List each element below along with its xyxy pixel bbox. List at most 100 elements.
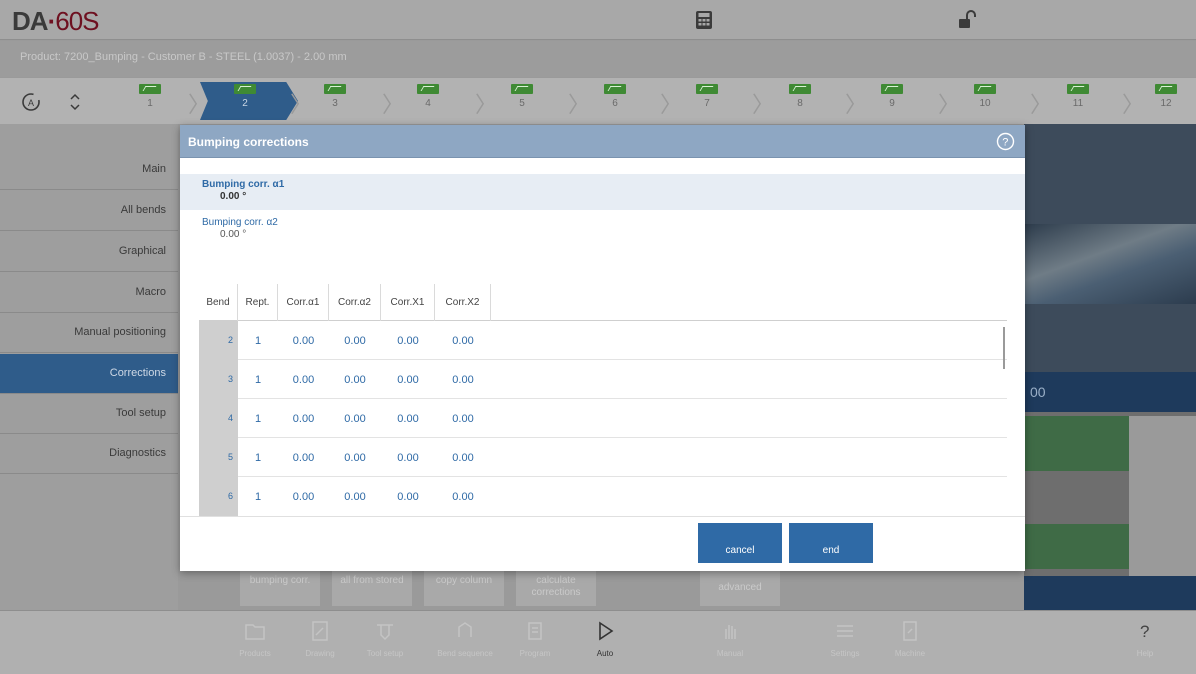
advanced-button[interactable]: advanced	[700, 570, 780, 606]
end-button[interactable]: end	[789, 523, 873, 563]
bend-icon	[696, 84, 718, 94]
cell-corr-x2[interactable]: 0.00	[435, 452, 491, 464]
cell-corr-a1[interactable]: 0.00	[278, 374, 329, 386]
param-bumping-corr-a1[interactable]: Bumping corr. α1 0.00 °	[180, 174, 1025, 210]
toolbar-program[interactable]: Program	[500, 619, 570, 658]
hand-icon	[725, 625, 736, 639]
cycle-icon[interactable]: A	[20, 91, 42, 113]
menu-item-macro[interactable]: Macro	[0, 273, 178, 313]
param-value: 0.00 °	[220, 191, 247, 202]
bend-icon	[139, 84, 161, 94]
help-icon[interactable]: ?	[996, 132, 1015, 151]
cell-rept[interactable]: 1	[238, 335, 278, 347]
step-11[interactable]: 11	[1048, 84, 1108, 120]
cell-corr-x1[interactable]: 0.00	[381, 452, 435, 464]
cell-bend: 4	[199, 399, 238, 438]
program-icon	[528, 622, 542, 640]
cell-bend: 5	[199, 438, 238, 477]
bend-icon	[511, 84, 533, 94]
sheet-graphic	[1024, 224, 1196, 304]
bumping-corr-button[interactable]: bumping corr.	[240, 570, 320, 606]
table-row[interactable]: 2 1 0.00 0.00 0.00 0.00	[199, 321, 1007, 360]
cell-corr-x1[interactable]: 0.00	[381, 491, 435, 503]
cell-bend: 6	[199, 477, 238, 516]
step-9[interactable]: 9	[862, 84, 922, 120]
table-row[interactable]: 3 1 0.00 0.00 0.00 0.00	[199, 360, 1007, 399]
menu-item-graphical[interactable]: Graphical	[0, 232, 178, 272]
machine-icon	[903, 621, 917, 641]
cell-corr-x1[interactable]: 0.00	[381, 413, 435, 425]
bottom-toolbar: Products Drawing Tool setup Bend sequenc…	[0, 610, 1196, 674]
toolbar-drawing[interactable]: Drawing	[285, 619, 355, 658]
cell-corr-x2[interactable]: 0.00	[435, 413, 491, 425]
cell-corr-x1[interactable]: 0.00	[381, 374, 435, 386]
cell-corr-a1[interactable]: 0.00	[278, 452, 329, 464]
cancel-button[interactable]: cancel	[698, 523, 782, 563]
toolbar-manual[interactable]: Manual	[695, 619, 765, 658]
table-scrollbar[interactable]	[1003, 327, 1005, 369]
column-header: Corr.α1	[278, 284, 329, 321]
step-12[interactable]: 12	[1136, 84, 1196, 120]
cell-rept[interactable]: 1	[238, 491, 278, 503]
cell-corr-a2[interactable]: 0.00	[329, 374, 381, 386]
step-10[interactable]: 10	[955, 84, 1015, 120]
toolbar-tool-setup[interactable]: Tool setup	[350, 619, 420, 658]
top-header: DA·60S	[0, 0, 1196, 40]
tool-setup-icon	[377, 624, 393, 641]
cell-corr-x2[interactable]: 0.00	[435, 374, 491, 386]
menu-item-tool-setup[interactable]: Tool setup	[0, 394, 178, 434]
table-row[interactable]: 6 1 0.00 0.00 0.00 0.00	[199, 477, 1007, 516]
step-1[interactable]: 1	[120, 84, 180, 120]
cell-corr-x2[interactable]: 0.00	[435, 335, 491, 347]
cell-corr-a2[interactable]: 0.00	[329, 413, 381, 425]
cell-rept[interactable]: 1	[238, 374, 278, 386]
cell-corr-a1[interactable]: 0.00	[278, 335, 329, 347]
cell-corr-a2[interactable]: 0.00	[329, 491, 381, 503]
toolbar-help[interactable]: ? Help	[1110, 619, 1180, 658]
toolbar-machine[interactable]: Machine	[875, 619, 945, 658]
cell-rept[interactable]: 1	[238, 452, 278, 464]
cell-corr-a1[interactable]: 0.00	[278, 413, 329, 425]
all-from-stored-button[interactable]: all from stored	[332, 570, 412, 606]
cell-corr-x1[interactable]: 0.00	[381, 335, 435, 347]
cell-rept[interactable]: 1	[238, 413, 278, 425]
step-3[interactable]: 3	[305, 84, 365, 120]
step-8[interactable]: 8	[770, 84, 830, 120]
toolbar-settings[interactable]: Settings	[810, 619, 880, 658]
unlock-icon[interactable]	[958, 10, 976, 30]
table-header: Bend Rept. Corr.α1 Corr.α2 Corr.X1 Corr.…	[199, 284, 1007, 321]
menu-item-manual-positioning[interactable]: Manual positioning	[0, 313, 178, 353]
up-down-arrow-icon[interactable]	[64, 91, 86, 113]
step-5[interactable]: 5	[492, 84, 552, 120]
menu-item-all-bends[interactable]: All bends	[0, 191, 178, 231]
toolbar-auto[interactable]: Auto	[570, 619, 640, 658]
cell-corr-a1[interactable]: 0.00	[278, 491, 329, 503]
calculator-icon[interactable]	[695, 10, 713, 30]
table-row[interactable]: 5 1 0.00 0.00 0.00 0.00	[199, 438, 1007, 477]
param-value: 0.00 °	[220, 229, 247, 240]
svg-text:?: ?	[1140, 622, 1149, 641]
param-bumping-corr-a2[interactable]: Bumping corr. α2 0.00 °	[180, 212, 1025, 248]
table-row[interactable]: 4 1 0.00 0.00 0.00 0.00	[199, 399, 1007, 438]
toolbar-products[interactable]: Products	[220, 619, 290, 658]
svg-text:A: A	[28, 98, 34, 108]
column-header: Bend	[199, 284, 238, 321]
param-label: Bumping corr. α2	[202, 217, 278, 228]
step-4[interactable]: 4	[398, 84, 458, 120]
cell-corr-a2[interactable]: 0.00	[329, 335, 381, 347]
menu-item-diagnostics[interactable]: Diagnostics	[0, 434, 178, 474]
column-header: Rept.	[238, 284, 278, 321]
calculate-corrections-button[interactable]: calculate corrections	[516, 570, 596, 606]
bend-icon	[324, 84, 346, 94]
toolbar-bend-sequence[interactable]: Bend sequence	[430, 619, 500, 658]
cell-corr-a2[interactable]: 0.00	[329, 452, 381, 464]
column-header: Corr.α2	[329, 284, 381, 321]
cell-corr-x2[interactable]: 0.00	[435, 491, 491, 503]
menu-item-main[interactable]: Main	[0, 150, 178, 190]
step-2[interactable]: 2	[215, 84, 275, 120]
menu-item-corrections[interactable]: Corrections	[0, 354, 178, 394]
copy-column-button[interactable]: copy column	[424, 570, 504, 606]
step-6[interactable]: 6	[585, 84, 645, 120]
step-7[interactable]: 7	[677, 84, 737, 120]
play-icon	[599, 621, 614, 641]
